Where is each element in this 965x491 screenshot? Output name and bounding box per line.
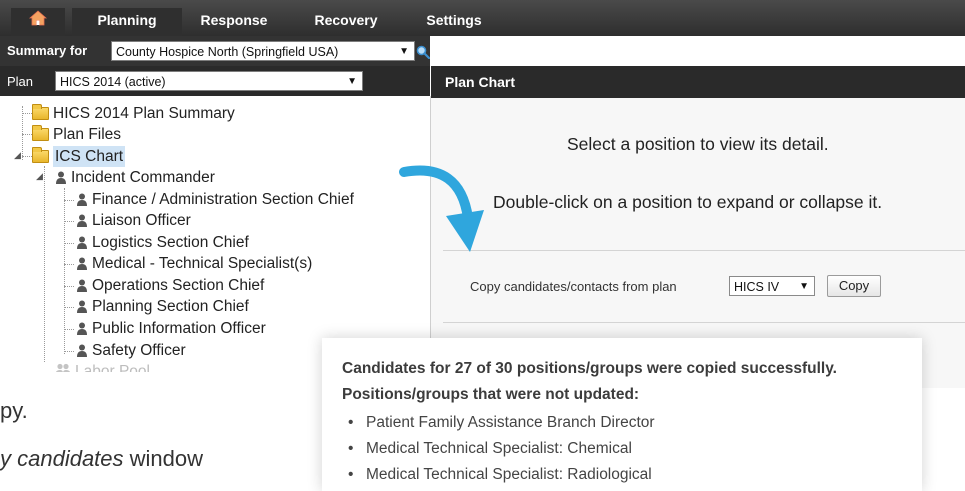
top-nav-bar: Planning Response Recovery Settings (0, 0, 965, 36)
person-icon (76, 344, 88, 357)
tree-item[interactable]: Medical - Technical Specialist(s) (76, 253, 312, 274)
tab-settings[interactable]: Settings (412, 8, 496, 36)
person-icon (76, 257, 88, 270)
group-icon (55, 361, 71, 372)
person-icon (76, 193, 88, 206)
body-text-rest: window (123, 446, 204, 471)
summary-select[interactable]: County Hospice North (Springfield USA) ▼ (111, 41, 415, 61)
bullet-icon: • (348, 414, 354, 431)
plan-select-value: HICS 2014 (active) (60, 75, 166, 89)
divider (443, 322, 965, 323)
summary-select-value: County Hospice North (Springfield USA) (116, 45, 339, 59)
body-text-line-1: py. (0, 398, 28, 423)
result-not-updated-heading: Positions/groups that were not updated: (342, 386, 640, 403)
collapse-toggle-icon[interactable]: ◢ (14, 150, 21, 161)
list-item: • Medical Technical Specialist: Radiologi… (348, 466, 652, 483)
tab-planning[interactable]: Planning (72, 8, 182, 36)
home-tab[interactable] (11, 8, 65, 36)
folder-icon (32, 104, 49, 120)
tree-item[interactable]: Liaison Officer (76, 210, 191, 231)
copy-result-panel: Candidates for 27 of 30 positions/groups… (322, 338, 922, 491)
select-position-message: Select a position to view its detail. (567, 134, 829, 154)
tree-item[interactable]: Incident Commander (55, 167, 215, 188)
expand-collapse-message: Double-click on a position to expand or … (493, 192, 883, 212)
body-text-italic: y candidates (0, 446, 124, 471)
tab-recovery[interactable]: Recovery (300, 8, 392, 36)
copy-candidates-label: Copy candidates/contacts from plan (470, 279, 677, 294)
person-icon (76, 322, 88, 335)
home-icon (29, 10, 47, 26)
list-item: • Medical Technical Specialist: Chemical (348, 440, 632, 457)
bullet-icon: • (348, 440, 354, 457)
tree-item[interactable]: Planning Section Chief (76, 296, 249, 317)
search-icon[interactable] (416, 45, 430, 59)
tree-item[interactable]: Operations Section Chief (76, 275, 264, 296)
tree-item[interactable]: Logistics Section Chief (76, 232, 249, 253)
plan-label: Plan (7, 74, 34, 89)
dropdown-arrow-icon: ▼ (347, 76, 357, 87)
bullet-icon: • (348, 466, 354, 483)
summary-label: Summary for (7, 43, 88, 58)
person-icon (55, 171, 67, 184)
folder-icon (32, 125, 49, 141)
tree-item-selected[interactable]: ICS Chart (32, 146, 126, 167)
tree-item[interactable]: Public Information Officer (76, 318, 266, 339)
list-item: • Patient Family Assistance Branch Direct… (348, 414, 655, 431)
person-icon (76, 300, 88, 313)
tree-item[interactable]: Labor Pool (55, 361, 150, 372)
copy-plan-select-value: HICS IV (734, 280, 780, 294)
dropdown-arrow-icon: ▼ (399, 46, 409, 57)
collapse-toggle-icon[interactable]: ◢ (36, 171, 43, 182)
tree-item[interactable]: Finance / Administration Section Chief (76, 189, 354, 210)
summary-row: Summary for County Hospice North (Spring… (0, 36, 430, 66)
copy-button[interactable]: Copy (827, 275, 881, 297)
plan-select[interactable]: HICS 2014 (active) ▼ (55, 71, 363, 91)
copy-plan-select[interactable]: HICS IV ▼ (729, 276, 815, 296)
person-icon (76, 214, 88, 227)
person-icon (76, 236, 88, 249)
dropdown-arrow-icon: ▼ (799, 281, 809, 292)
tab-response[interactable]: Response (186, 8, 282, 36)
person-icon (76, 279, 88, 292)
curved-arrow-icon (399, 165, 484, 252)
folder-icon (32, 147, 49, 163)
plan-tree: ◢ ◢ HICS 2014 Plan Summary Plan Files IC… (0, 96, 431, 372)
plan-row: Plan HICS 2014 (active) ▼ (0, 66, 430, 96)
plan-chart-header: Plan Chart (431, 66, 965, 98)
result-summary: Candidates for 27 of 30 positions/groups… (342, 360, 837, 377)
tree-item[interactable]: Safety Officer (76, 340, 186, 361)
tree-item[interactable]: HICS 2014 Plan Summary (32, 103, 235, 124)
divider (443, 250, 965, 251)
tree-item[interactable]: Plan Files (32, 124, 121, 145)
body-text-line-2: y candidates window (0, 446, 203, 472)
